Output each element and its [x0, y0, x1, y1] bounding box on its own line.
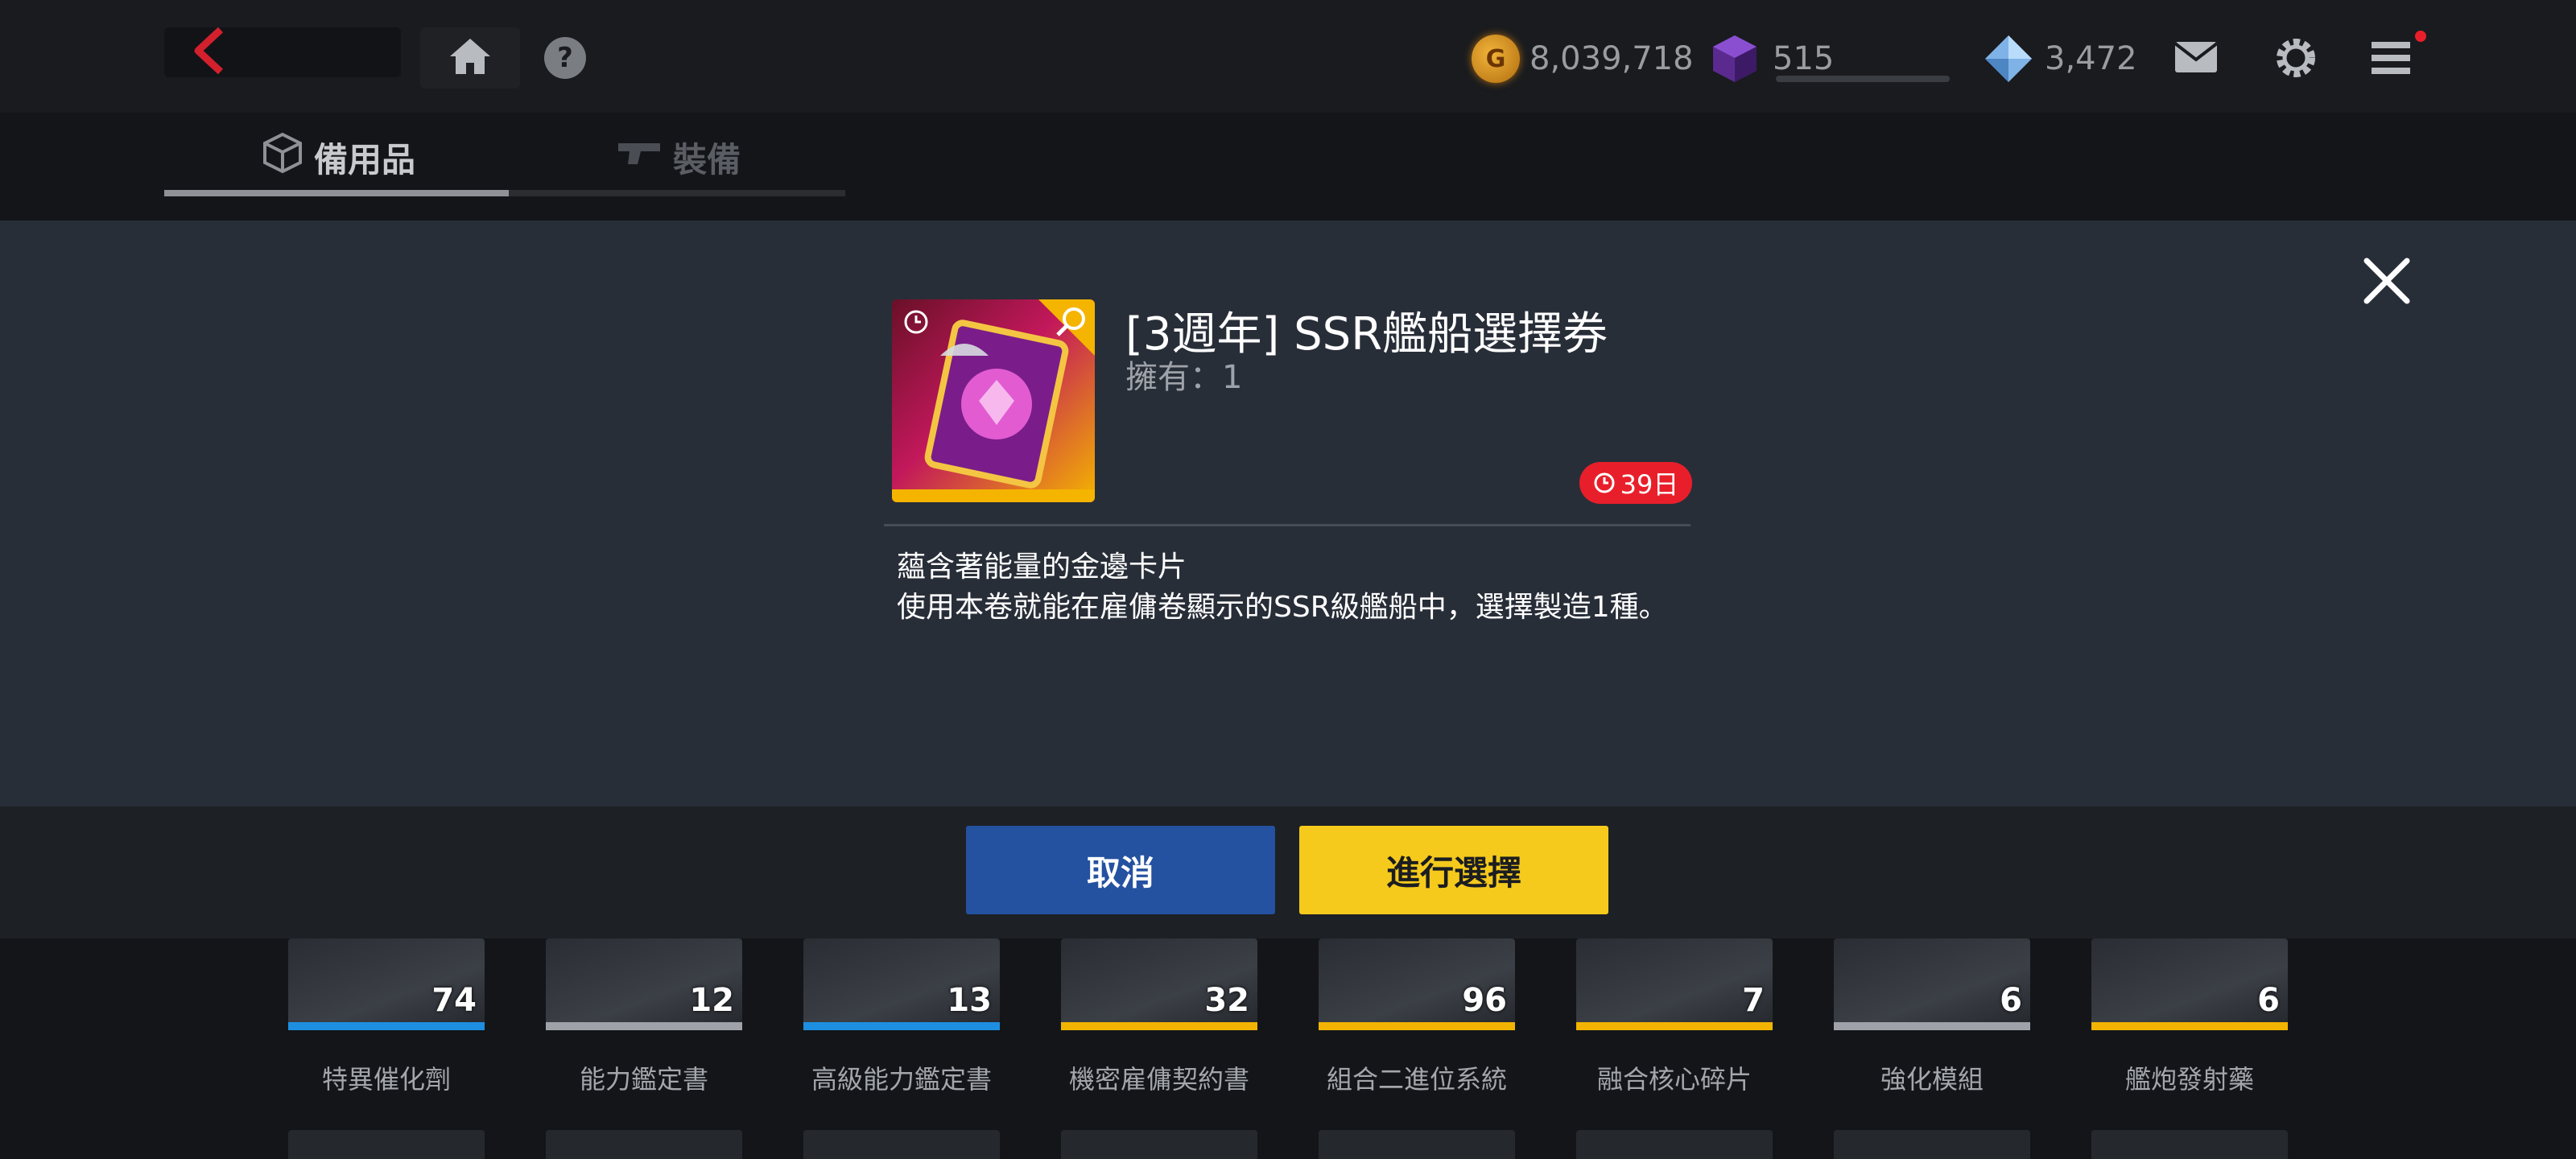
rarity-strip [1834, 1022, 2030, 1030]
gold-amount: 8,039,718 [1530, 40, 1694, 77]
rarity-strip [546, 1022, 742, 1030]
inventory-item-count: 13 [947, 982, 992, 1019]
tab-equipment[interactable]: 裝備 [617, 129, 741, 185]
clock-icon [903, 309, 929, 338]
gold-resource[interactable]: G 8,039,718 [1472, 31, 1694, 87]
hamburger-menu-icon [2370, 42, 2415, 80]
inventory-item[interactable]: 96 [1319, 938, 1515, 1030]
inventory-item-label: 機密雇傭契約書 [1068, 1064, 1249, 1095]
close-icon [2360, 258, 2413, 311]
inventory-item-next-row[interactable] [803, 1130, 1000, 1159]
gun-icon [617, 137, 662, 177]
inventory-item[interactable]: 12 [546, 938, 742, 1030]
inventory-item[interactable]: 13 [803, 938, 1000, 1030]
inventory-item-label: 組合二進位系統 [1326, 1064, 1507, 1095]
settings-button[interactable] [2272, 34, 2320, 85]
inventory-item-count: 7 [1742, 982, 1765, 1019]
inventory-item-label: 高級能力鑑定書 [811, 1064, 992, 1095]
purple-cube-icon [1707, 31, 1763, 87]
rarity-strip [288, 1022, 485, 1030]
magnifier-icon [1038, 299, 1095, 356]
back-button[interactable] [164, 27, 401, 77]
description-line-1: 蘊含著能量的金邊卡片 [897, 551, 1187, 584]
inventory-item[interactable]: 6 [1834, 938, 2030, 1030]
rarity-strip [2091, 1022, 2288, 1030]
confirm-select-button[interactable]: 進行選擇 [1299, 826, 1608, 914]
diamond-icon [1982, 32, 2035, 85]
rarity-strip [803, 1022, 1000, 1030]
inventory-item-label: 特異催化劑 [321, 1064, 451, 1095]
modal-divider [884, 524, 1690, 526]
help-button[interactable]: ? [544, 37, 586, 79]
inventory-item-label: 艦炮發射藥 [2124, 1064, 2254, 1095]
inventory-item[interactable]: 74 [288, 938, 485, 1030]
inventory-item-count: 6 [2000, 982, 2022, 1019]
inventory-item-next-row[interactable] [1319, 1130, 1515, 1159]
inventory-item-count: 6 [2257, 982, 2280, 1019]
close-button[interactable] [2360, 254, 2413, 307]
inventory-item-next-row[interactable] [1834, 1130, 2030, 1159]
item-owned-count: 擁有：1 [1125, 359, 1243, 396]
inventory-item-label: 強化模組 [1880, 1064, 1984, 1095]
tab-supplies[interactable]: 備用品 [262, 129, 415, 185]
mail-button[interactable] [2174, 40, 2219, 77]
question-icon: ? [557, 42, 573, 74]
inventory-item-count: 12 [689, 982, 734, 1019]
rarity-strip [1576, 1022, 1773, 1030]
menu-button[interactable] [2370, 35, 2415, 80]
inventory-item-next-row[interactable] [2091, 1130, 2288, 1159]
cube-progress-bar [1776, 76, 1950, 82]
inventory-item-count: 74 [431, 982, 477, 1019]
modal-button-bar [0, 806, 2576, 938]
inventory-item-next-row[interactable] [1061, 1130, 1257, 1159]
rarity-strip [1319, 1022, 1515, 1030]
description-line-2: 使用本卷就能在雇傭卷顯示的SSR級艦船中，選擇製造1種。 [897, 591, 1668, 624]
back-arrow-icon [188, 27, 233, 78]
inventory-item-count: 96 [1462, 982, 1507, 1019]
box-icon [262, 132, 303, 182]
expiry-timer-badge: 39日 [1579, 462, 1692, 504]
inventory-item[interactable]: 7 [1576, 938, 1773, 1030]
inventory-item-label: 融合核心碎片 [1596, 1064, 1752, 1095]
timer-clock-icon [1593, 472, 1616, 494]
inventory-item-next-row[interactable] [1576, 1130, 1773, 1159]
rarity-strip [1061, 1022, 1257, 1030]
tab-active-indicator [164, 190, 509, 196]
notification-dot [2415, 31, 2426, 42]
cube-amount: 515 [1773, 40, 1835, 77]
diamond-amount: 3,472 [2045, 40, 2137, 77]
inventory-item-next-row[interactable] [546, 1130, 742, 1159]
gold-coin-icon: G [1472, 35, 1520, 83]
gear-icon [2272, 39, 2320, 85]
inventory-item-label: 能力鑑定書 [579, 1064, 708, 1095]
tab-equipment-label: 裝備 [673, 139, 741, 179]
home-button[interactable] [420, 27, 520, 89]
cancel-button[interactable]: 取消 [966, 826, 1275, 914]
inventory-item[interactable]: 6 [2091, 938, 2288, 1030]
item-description: 蘊含著能量的金邊卡片 使用本卷就能在雇傭卷顯示的SSR級艦船中，選擇製造1種。 [897, 547, 1668, 628]
tab-supplies-label: 備用品 [314, 139, 416, 179]
inventory-item-count: 32 [1204, 982, 1249, 1019]
mail-icon [2174, 42, 2219, 77]
inventory-item[interactable]: 32 [1061, 938, 1257, 1030]
inventory-item-next-row[interactable] [288, 1130, 485, 1159]
zoom-button[interactable] [1038, 299, 1095, 356]
home-icon [448, 37, 492, 79]
diamond-resource[interactable]: 3,472 [1982, 31, 2137, 87]
rarity-strip [892, 489, 1095, 502]
item-thumbnail [892, 299, 1095, 502]
expiry-timer-text: 39日 [1620, 469, 1679, 500]
